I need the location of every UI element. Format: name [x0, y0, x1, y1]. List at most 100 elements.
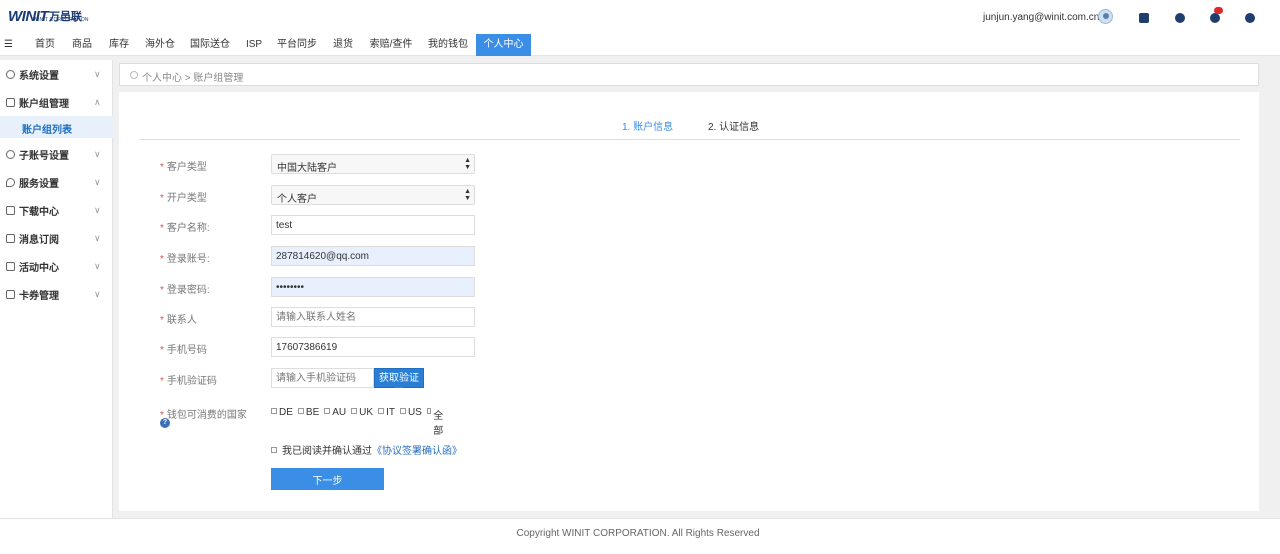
checkbox[interactable] [324, 408, 331, 414]
country-label: US [407, 407, 422, 418]
top-bar: WINIT 万邑联 WINIT CORPORATION junjun.yang@… [0, 0, 1280, 34]
nav-item-returns[interactable]: 退货 [328, 34, 358, 56]
user-email[interactable]: junjun.yang@winit.com.cn [983, 12, 1099, 23]
step-divider [139, 139, 1240, 140]
message-icon [6, 233, 15, 243]
account-type-label-text: 开户类型 [166, 193, 207, 204]
agreement-checkbox[interactable] [271, 446, 277, 453]
country-option-de[interactable]: DE [271, 407, 293, 437]
chevron-up-icon: ∧ [94, 96, 101, 107]
customer-type-label-text: 客户类型 [166, 162, 207, 173]
wallet-countries-label-text: 钱包可消费的国家 [166, 410, 247, 421]
nav-item-platform-sync[interactable]: 平台同步 [273, 34, 321, 56]
country-option-all[interactable]: 全部 [426, 407, 445, 437]
winit-logo[interactable]: WINIT 万邑联 [8, 6, 82, 26]
country-option-us[interactable]: US [399, 407, 422, 437]
customer-type-select[interactable]: 中国大陆客户 ▲ ▼ [271, 154, 475, 174]
login-account-input[interactable] [271, 246, 475, 266]
required-mark: * [160, 345, 164, 356]
checkbox[interactable] [351, 408, 358, 414]
required-mark: * [160, 162, 164, 173]
agreement-text: 我已阅读并确认通过 [282, 446, 372, 457]
checkbox[interactable] [426, 408, 432, 414]
login-password-input[interactable] [271, 277, 475, 297]
country-option-au[interactable]: AU [324, 407, 346, 437]
chevron-down-icon: ∨ [94, 232, 101, 243]
main-nav: ☰ 首页 商品 库存 海外仓 国际送仓 ISP 平台同步 退货 索赔/查件 我的… [0, 34, 1280, 56]
avatar[interactable] [1098, 9, 1113, 24]
phone-label-text: 手机号码 [166, 345, 207, 356]
logo-subtitle: WINIT CORPORATION [33, 17, 89, 23]
get-sms-code-button[interactable]: 获取验证码 [374, 368, 424, 399]
phone-label: * 手机号码 [160, 341, 207, 356]
ticket-icon [6, 289, 15, 299]
sidebar-item-account-group[interactable]: 账户组管理 ∧ [0, 88, 113, 116]
nav-item-overseas-warehouse[interactable]: 海外仓 [140, 34, 180, 56]
sidebar-subitem-account-group-list[interactable]: 账户组列表 [0, 116, 113, 138]
wallet-countries-label: * 钱包可消费的国家 [160, 406, 247, 421]
phone-input[interactable] [271, 337, 475, 357]
nav-item-inventory[interactable]: 库存 [103, 34, 135, 56]
nav-item-isp[interactable]: ISP [241, 34, 267, 56]
copyright-text: Copyright WINIT CORPORATION. All Rights … [516, 528, 760, 539]
chevron-down-icon: ∨ [94, 260, 101, 271]
country-label: DE [279, 407, 293, 418]
checkbox[interactable] [297, 408, 304, 414]
next-step-button[interactable]: 下一步 [271, 468, 384, 490]
home-icon [6, 97, 15, 107]
country-option-uk[interactable]: UK [351, 407, 373, 437]
required-mark: * [160, 193, 164, 204]
country-checkbox-group: DE BE AU UK IT US 全部 [271, 407, 450, 437]
country-label: AU [332, 407, 347, 418]
sidebar-item-label: 消息订阅 [19, 234, 59, 246]
download-icon[interactable] [1139, 13, 1149, 23]
globe-icon[interactable] [1245, 13, 1255, 23]
sidebar-item-label: 子账号设置 [19, 150, 69, 162]
step-certification-info[interactable]: 2. 认证信息 [708, 118, 759, 133]
nav-item-claims[interactable]: 索赔/查件 [364, 34, 418, 56]
breadcrumb: 个人中心 > 账户组管理 [119, 63, 1259, 86]
sidebar-item-sub-accounts[interactable]: 子账号设置 ∨ [0, 140, 113, 168]
login-password-label-text: 登录密码: [166, 285, 210, 296]
required-mark: * [160, 254, 164, 265]
contact-input[interactable] [271, 307, 475, 327]
customer-name-input[interactable] [271, 215, 475, 235]
nav-item-home[interactable]: 首页 [29, 34, 61, 56]
checkbox[interactable] [399, 408, 406, 414]
sidebar-item-coupon-management[interactable]: 卡券管理 ∨ [0, 280, 113, 308]
customer-type-label: * 客户类型 [160, 158, 207, 173]
user-icon [6, 149, 15, 159]
breadcrumb-text[interactable]: 个人中心 > 账户组管理 [142, 69, 243, 84]
sidebar-item-system-settings[interactable]: 系统设置 ∨ [0, 60, 113, 88]
notification-badge [1214, 7, 1223, 14]
checkbox[interactable] [271, 408, 277, 414]
sidebar-subitem-label: 账户组列表 [22, 125, 72, 136]
agreement-link[interactable]: 《协议签署确认函》 [372, 442, 462, 457]
checkbox[interactable] [378, 408, 385, 414]
help-icon[interactable]: ? [160, 418, 170, 428]
message-icon[interactable] [1210, 13, 1220, 23]
nav-item-personal-center[interactable]: 个人中心 [476, 34, 531, 56]
account-type-select[interactable]: 个人客户 ▲ ▼ [271, 185, 475, 205]
customer-name-label: * 客户名称: [160, 219, 210, 234]
sidebar-item-activity-center[interactable]: 活动中心 ∨ [0, 252, 113, 280]
sidebar-item-service-settings[interactable]: 服务设置 ∨ [0, 168, 113, 196]
settings-icon [6, 69, 15, 79]
country-label: 全部 [433, 411, 444, 437]
nav-item-wallet[interactable]: 我的钱包 [424, 34, 472, 56]
country-option-be[interactable]: BE [297, 407, 320, 437]
nav-item-products[interactable]: 商品 [66, 34, 98, 56]
chevron-down-icon: ∨ [94, 176, 101, 187]
chevron-down-icon: ∨ [94, 288, 101, 299]
nav-item-international-delivery[interactable]: 国际送仓 [186, 34, 234, 56]
menu-toggle-icon[interactable]: ☰ [4, 39, 13, 50]
sidebar-item-download-center[interactable]: 下载中心 ∨ [0, 196, 113, 224]
country-option-it[interactable]: IT [378, 407, 395, 437]
select-arrows-icon: ▲ ▼ [464, 157, 471, 171]
customer-type-value: 中国大陆客户 [277, 163, 337, 174]
sidebar-item-message-subscription[interactable]: 消息订阅 ∨ [0, 224, 113, 252]
step-account-info[interactable]: 1. 账户信息 [622, 118, 673, 133]
sms-code-input[interactable] [271, 368, 374, 388]
support-icon[interactable] [1175, 13, 1185, 23]
country-label: BE [305, 407, 320, 418]
